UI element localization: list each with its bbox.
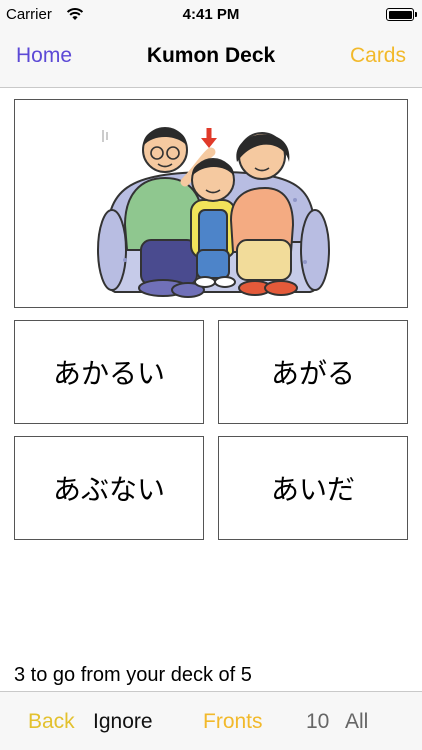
status-bar: Carrier 4:41 PM xyxy=(0,0,422,30)
clock: 4:41 PM xyxy=(182,6,240,23)
answer-card[interactable]: あがる xyxy=(218,320,408,424)
progress-text: 3 to go from your deck of 5 xyxy=(14,664,252,686)
battery-icon xyxy=(386,8,417,21)
cards-button[interactable]: Cards xyxy=(350,44,406,68)
ignore-button[interactable]: Ignore xyxy=(93,710,153,734)
fronts-button[interactable]: Fronts xyxy=(203,710,263,734)
answer-card[interactable]: あいだ xyxy=(218,436,408,540)
back-button[interactable]: Back xyxy=(28,710,75,734)
answer-card[interactable]: あかるい xyxy=(14,320,204,424)
picture-card xyxy=(14,99,408,308)
all-button[interactable]: All xyxy=(345,710,368,734)
bottom-toolbar: Back Ignore Fronts 10 All xyxy=(0,691,422,750)
count-button[interactable]: 10 xyxy=(306,710,329,734)
navigation-bar: Home Kumon Deck Cards xyxy=(0,30,422,88)
family-on-sofa-illustration xyxy=(97,127,330,298)
answer-card[interactable]: あぶない xyxy=(14,436,204,540)
